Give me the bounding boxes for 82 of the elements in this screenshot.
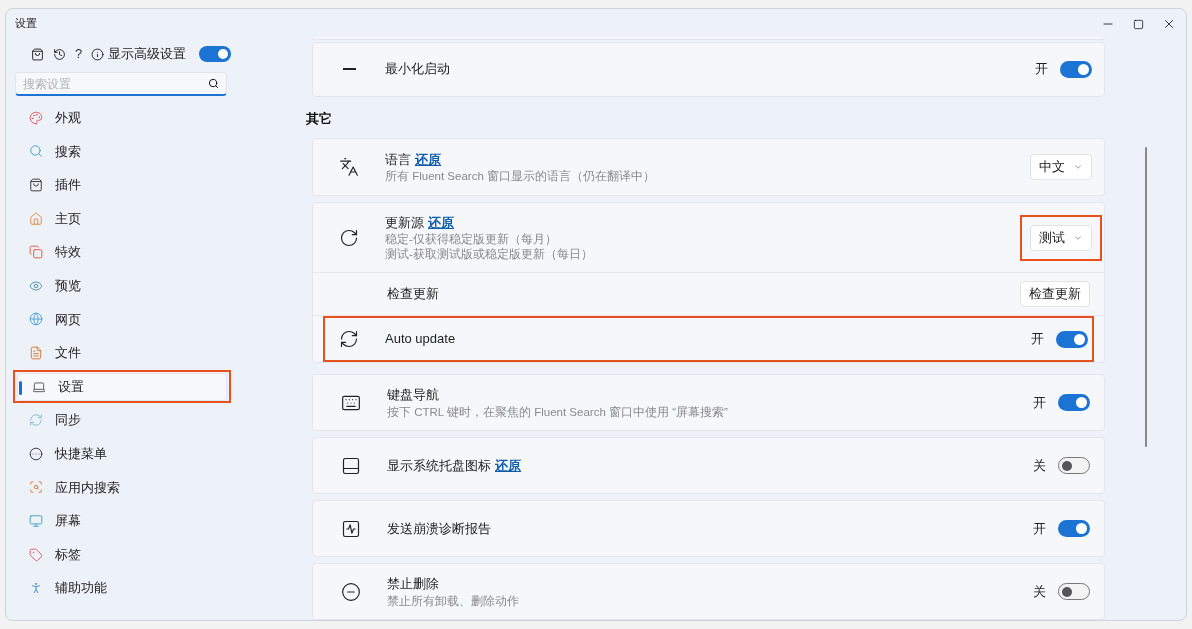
sidebar-item[interactable]: 插件 bbox=[15, 171, 229, 199]
sync-icon bbox=[29, 413, 43, 428]
sidebar-item[interactable]: 网页 bbox=[15, 305, 229, 334]
activity-icon bbox=[341, 518, 361, 539]
setting-description: 测试-获取测试版或稳定版更新（每日） bbox=[385, 247, 594, 263]
setting-title: 显示系统托盘图标 bbox=[387, 456, 491, 475]
setting-description: 稳定-仅获得稳定版更新（每月） bbox=[385, 232, 558, 248]
search-icon bbox=[208, 78, 219, 89]
sync-icon bbox=[339, 329, 359, 349]
sidebar-item[interactable]: 设置 bbox=[17, 372, 227, 401]
setting-description: 禁止所有卸载、删除动作 bbox=[387, 593, 520, 609]
monitor-icon bbox=[29, 513, 43, 528]
history-icon[interactable] bbox=[53, 47, 66, 61]
maximize-icon[interactable] bbox=[1133, 18, 1144, 30]
sidebar-item[interactable]: 标签 bbox=[15, 540, 229, 569]
bag-icon[interactable] bbox=[31, 47, 44, 61]
setting-title: 禁止删除 bbox=[387, 575, 439, 594]
check-update-button[interactable]: 检查更新 bbox=[1020, 281, 1090, 307]
setting-description: 所有 Fluent Search 窗口显示的语言（仍在翻译中） bbox=[385, 169, 656, 185]
setting-title: 语言 bbox=[385, 150, 411, 169]
sidebar-item[interactable]: 特效 bbox=[15, 238, 229, 267]
sidebar-item[interactable]: 快捷菜单 bbox=[15, 439, 229, 468]
toggle-label: 开 bbox=[1033, 519, 1046, 538]
restore-link[interactable]: 还原 bbox=[495, 455, 521, 476]
advanced-settings-toggle[interactable] bbox=[199, 46, 232, 62]
setting-title: 最小化启动 bbox=[385, 60, 451, 79]
setting-title: 检查更新 bbox=[387, 285, 439, 304]
person-icon bbox=[29, 581, 43, 596]
help-button[interactable]: ? bbox=[75, 44, 83, 64]
sidebar-item[interactable]: 辅助功能 bbox=[15, 574, 229, 603]
bag-icon bbox=[29, 178, 43, 192]
layers-icon bbox=[29, 245, 43, 260]
sidebar-item[interactable]: 预览 bbox=[15, 271, 229, 300]
sidebar-item[interactable]: 主页 bbox=[15, 204, 229, 233]
info-icon[interactable] bbox=[91, 47, 105, 61]
window-title: 设置 bbox=[15, 15, 37, 31]
file-icon bbox=[29, 345, 43, 360]
menu-icon bbox=[29, 446, 43, 461]
toggle-label: 开 bbox=[1035, 60, 1048, 79]
toggle-label: 开 bbox=[1031, 330, 1044, 349]
setting-title: 键盘导航 bbox=[387, 386, 439, 405]
section-title: 其它 bbox=[306, 109, 333, 128]
restore-link[interactable]: 还原 bbox=[428, 212, 454, 233]
home-icon bbox=[29, 211, 43, 226]
minus-circle-icon bbox=[341, 581, 361, 602]
globe-icon bbox=[29, 312, 43, 327]
setting-description: 按下 CTRL 键时，在聚焦的 Fluent Search 窗口中使用 “屏幕搜索” bbox=[387, 404, 729, 420]
setting-title: 发送崩溃诊断报告 bbox=[387, 519, 491, 538]
sidebar-item[interactable]: 同步 bbox=[15, 406, 229, 435]
toggle-switch[interactable] bbox=[1058, 520, 1090, 537]
toggle-label: 关 bbox=[1033, 456, 1046, 475]
toggle-switch[interactable] bbox=[1058, 394, 1090, 411]
search-icon bbox=[29, 480, 43, 495]
search-icon bbox=[29, 144, 43, 159]
setting-title: 更新源 bbox=[385, 213, 424, 232]
toggle-switch[interactable] bbox=[1058, 583, 1090, 600]
toggle-switch[interactable] bbox=[1058, 457, 1090, 474]
toggle-label: 关 bbox=[1033, 582, 1046, 601]
tag-icon bbox=[29, 547, 43, 562]
sidebar-item[interactable]: 应用内搜索 bbox=[15, 473, 229, 502]
sidebar-item[interactable]: 搜索 bbox=[15, 137, 229, 166]
restore-link[interactable]: 还原 bbox=[415, 149, 441, 170]
sidebar-item[interactable]: 文件 bbox=[15, 338, 229, 367]
dropdown[interactable]: 测试 bbox=[1030, 224, 1092, 251]
chevron-down-icon bbox=[1073, 162, 1083, 172]
language-icon bbox=[339, 157, 359, 177]
close-icon[interactable] bbox=[1162, 17, 1176, 31]
setting-title: Auto update bbox=[385, 330, 456, 349]
sidebar-item[interactable]: 屏幕 bbox=[15, 506, 229, 535]
toggle-switch[interactable] bbox=[1060, 60, 1092, 78]
toggle-switch[interactable] bbox=[1056, 330, 1088, 348]
eye-icon bbox=[29, 278, 43, 293]
toggle-label: 开 bbox=[1033, 393, 1046, 412]
refresh-icon bbox=[339, 227, 359, 248]
palette-icon bbox=[29, 110, 43, 125]
sidebar-item[interactable]: 外观 bbox=[15, 103, 229, 132]
laptop-icon bbox=[32, 379, 46, 394]
scrollbar[interactable] bbox=[1144, 147, 1147, 447]
advanced-settings-label: 显示高级设置 bbox=[108, 45, 187, 64]
dropdown[interactable]: 中文 bbox=[1030, 154, 1092, 180]
tray-icon bbox=[341, 455, 361, 476]
dash-icon bbox=[342, 68, 356, 70]
